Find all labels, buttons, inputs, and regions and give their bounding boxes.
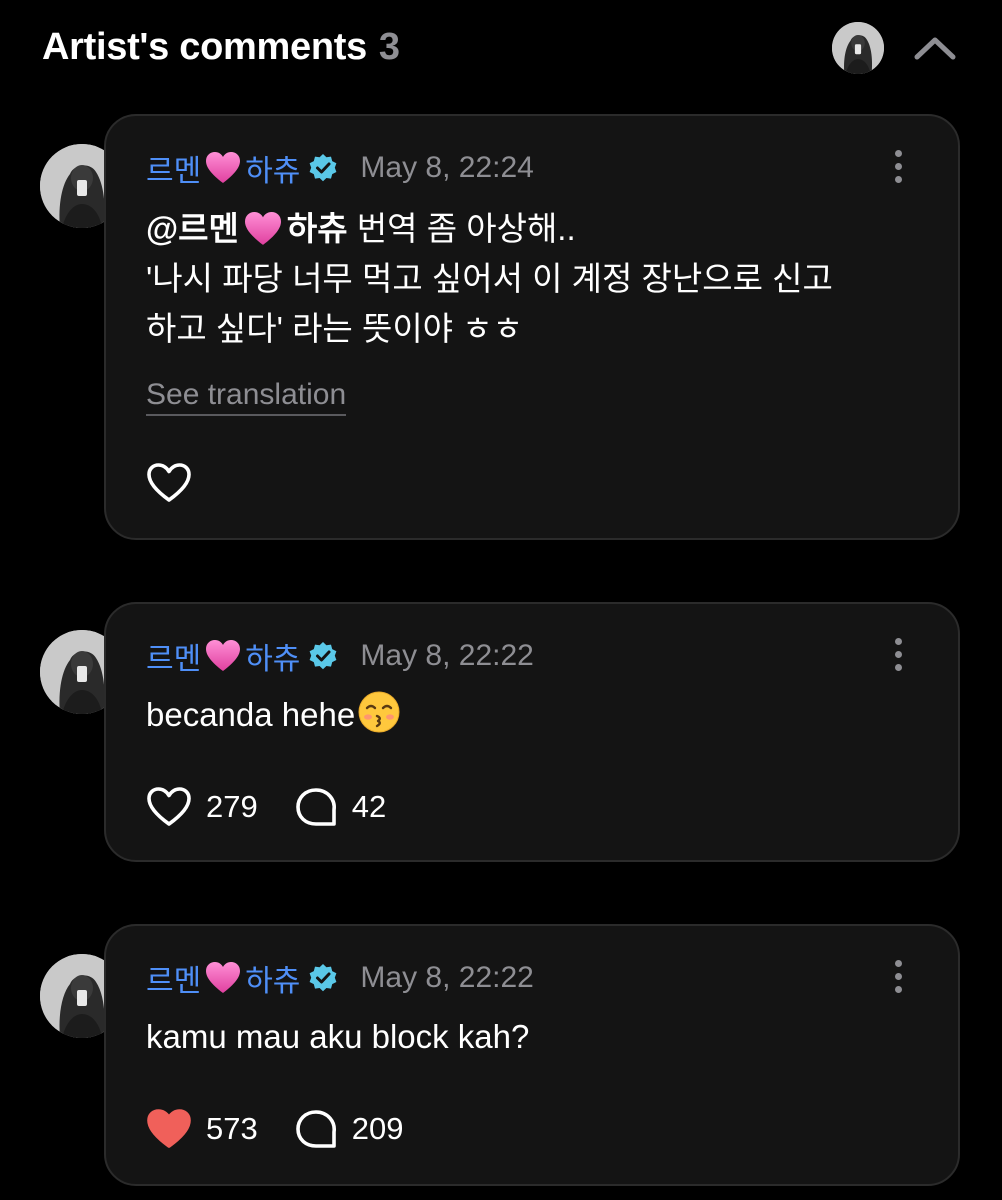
reply-button[interactable]: 42 — [294, 786, 386, 828]
comment-text: becanda hehe — [146, 690, 918, 740]
pink-heart-icon — [205, 961, 241, 995]
author-name-part: 르멘 — [146, 643, 202, 676]
verified-badge-icon — [308, 963, 338, 993]
author-name-part: 르멘 — [146, 155, 202, 188]
user-mention[interactable]: @르멘 하츄 — [146, 204, 348, 254]
comment-author-name[interactable]: 르멘 하츄 — [146, 146, 338, 190]
heart-filled-icon — [147, 1109, 191, 1148]
like-button[interactable] — [146, 462, 192, 504]
author-name-part: 하츄 — [245, 643, 301, 676]
comment-text-content: becanda hehe — [146, 696, 356, 733]
comment-actions: 279 42 — [146, 786, 422, 828]
author-name-part: 하츄 — [245, 155, 301, 188]
mention-part: @르멘 — [146, 210, 239, 247]
comment-text: kamu mau aku block kah? — [146, 1012, 918, 1062]
comment-card: 르멘 하츄 May 8, 22:24 @르멘 하츄 번역 좀 아상해.. '나시 … — [104, 114, 960, 540]
comment-card: 르멘 하츄 May 8, 22:22 becanda hehe 279 42 — [104, 602, 960, 862]
reply-count: 42 — [351, 789, 387, 824]
comment-count: 3 — [378, 26, 400, 68]
like-button[interactable]: 573 — [146, 1108, 258, 1150]
more-vertical-icon-dot — [894, 175, 902, 183]
comment-text-line: '나시 파당 너무 먹고 싶어서 이 계정 장난으로 신고 — [146, 260, 833, 297]
comment-timestamp: May 8, 22:22 — [360, 961, 534, 994]
comment-header: 르멘 하츄 May 8, 22:22 — [146, 634, 534, 678]
more-options-button[interactable] — [880, 146, 916, 186]
more-vertical-icon — [894, 959, 902, 967]
mention-part: 하츄 — [286, 210, 348, 247]
chevron-up-icon — [914, 37, 956, 60]
heart-icon — [147, 787, 191, 826]
reply-bubble-icon — [295, 788, 336, 826]
comment-author-name[interactable]: 르멘 하츄 — [146, 956, 338, 1000]
collapse-button[interactable] — [912, 28, 958, 68]
more-options-button[interactable] — [880, 956, 916, 996]
comment-actions: 573 209 — [146, 1108, 439, 1150]
reply-count: 209 — [351, 1111, 404, 1146]
comment-timestamp: May 8, 22:24 — [360, 151, 534, 184]
comment-header: 르멘 하츄 May 8, 22:24 — [146, 146, 534, 190]
more-vertical-icon-dot — [894, 162, 902, 170]
panel-header: Artist's comments 3 — [0, 0, 1002, 100]
author-name-part: 하츄 — [245, 965, 301, 998]
comment-timestamp: May 8, 22:22 — [360, 639, 534, 672]
heart-icon — [147, 463, 191, 502]
pink-heart-icon — [205, 151, 241, 185]
verified-badge-icon — [308, 153, 338, 183]
comment-text-line: @르멘 하츄 번역 좀 아상해.. — [146, 204, 918, 254]
comment-author-name[interactable]: 르멘 하츄 — [146, 634, 338, 678]
more-vertical-icon — [894, 149, 902, 157]
see-translation-link[interactable]: See translation — [146, 378, 347, 416]
pink-heart-icon — [205, 639, 241, 673]
current-user-avatar[interactable] — [832, 22, 884, 74]
panel-title-text: Artist's comments — [42, 26, 367, 68]
artist-comments-panel: Artist's comments 3 르멘 하츄 May 8, 22:24 @… — [0, 0, 1002, 1200]
comment-text-line: 하고 싶다' 라는 뜻이야 ㅎㅎ — [146, 310, 523, 347]
comment-text: @르멘 하츄 번역 좀 아상해.. '나시 파당 너무 먹고 싶어서 이 계정 장… — [146, 204, 918, 354]
comment-card: 르멘 하츄 May 8, 22:22 kamu mau aku block ka… — [104, 924, 960, 1186]
pink-heart-icon — [243, 211, 283, 247]
more-options-button[interactable] — [880, 634, 916, 674]
more-vertical-icon-dot — [894, 650, 902, 658]
more-vertical-icon-dot — [894, 985, 902, 993]
comment-text-rest: 번역 좀 아상해.. — [347, 210, 576, 247]
reply-button[interactable]: 209 — [294, 1108, 404, 1150]
comment-header: 르멘 하츄 May 8, 22:22 — [146, 956, 534, 1000]
kissing-face-closed-eyes-icon — [358, 691, 400, 733]
like-count: 573 — [206, 1111, 258, 1146]
reply-bubble-icon — [295, 1110, 336, 1148]
like-count: 279 — [206, 789, 258, 824]
more-vertical-icon — [894, 637, 902, 645]
panel-title: Artist's comments 3 — [42, 26, 400, 69]
comment-text-content: kamu mau aku block kah? — [146, 1018, 530, 1055]
verified-badge-icon — [308, 641, 338, 671]
author-name-part: 르멘 — [146, 965, 202, 998]
comment-actions — [146, 462, 228, 504]
more-vertical-icon-dot — [894, 663, 902, 671]
more-vertical-icon-dot — [894, 972, 902, 980]
like-button[interactable]: 279 — [146, 786, 258, 828]
